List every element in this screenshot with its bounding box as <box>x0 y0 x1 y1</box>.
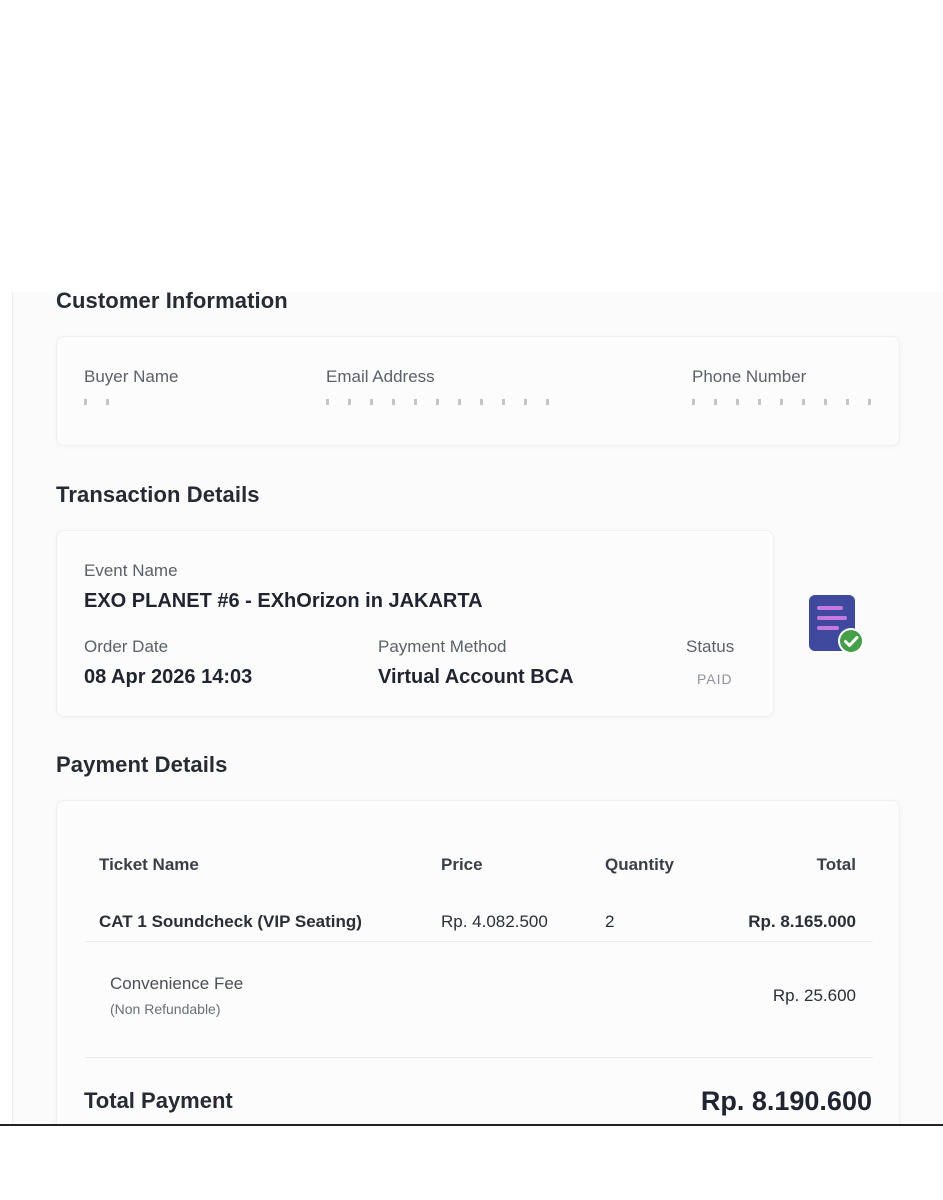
column-header-quantity: Quantity <box>605 855 674 874</box>
payment-method-label: Payment Method <box>378 637 507 656</box>
receipt-check-icon <box>809 595 864 654</box>
buyer-name-redacted <box>84 399 124 405</box>
ticket-name-cell: CAT 1 Soundcheck (VIP Seating) <box>99 912 362 931</box>
customer-information-card: Buyer Name Email Address Phone Number <box>56 336 900 446</box>
column-header-ticket-name: Ticket Name <box>99 855 199 874</box>
payment-details-card: Ticket Name Price Quantity Total CAT 1 S… <box>56 800 900 1124</box>
status-badge: PAID <box>697 671 733 687</box>
status-label: Status <box>686 637 735 656</box>
bottom-border-line <box>0 1124 943 1126</box>
phone-number-redacted <box>692 399 872 405</box>
event-name-value: EXO PLANET #6 - EXhOrizon in JAKARTA <box>84 590 483 612</box>
column-header-price: Price <box>441 855 483 874</box>
email-address-label: Email Address <box>326 367 435 386</box>
order-date-label: Order Date <box>84 637 169 656</box>
convenience-fee-label: Convenience Fee <box>110 974 244 993</box>
transaction-details-card: Event Name EXO PLANET #6 - EXhOrizon in … <box>56 530 774 717</box>
convenience-fee-value: Rp. 25.600 <box>772 986 856 1005</box>
total-cell: Rp. 8.165.000 <box>748 912 856 931</box>
phone-number-label: Phone Number <box>692 367 807 386</box>
event-name-label: Event Name <box>84 561 178 580</box>
total-divider <box>85 1057 873 1058</box>
payment-details-title: Payment Details <box>56 752 228 777</box>
row-divider <box>85 941 873 942</box>
order-date-value: 08 Apr 2026 14:03 <box>84 666 253 688</box>
receipt-sheet: Customer Information Buyer Name Email Ad… <box>12 292 943 1124</box>
buyer-name-label: Buyer Name <box>84 367 179 386</box>
payment-method-value: Virtual Account BCA <box>378 666 574 688</box>
price-cell: Rp. 4.082.500 <box>441 912 548 931</box>
email-address-redacted <box>326 399 556 405</box>
column-header-total: Total <box>816 855 856 874</box>
receipt-page: Customer Information Buyer Name Email Ad… <box>0 0 943 1200</box>
customer-information-title: Customer Information <box>56 292 288 313</box>
total-payment-label: Total Payment <box>84 1088 233 1113</box>
transaction-details-title: Transaction Details <box>56 482 260 507</box>
convenience-fee-note: (Non Refundable) <box>110 1001 221 1017</box>
total-payment-value: Rp. 8.190.600 <box>700 1086 872 1116</box>
quantity-cell: 2 <box>605 912 615 931</box>
